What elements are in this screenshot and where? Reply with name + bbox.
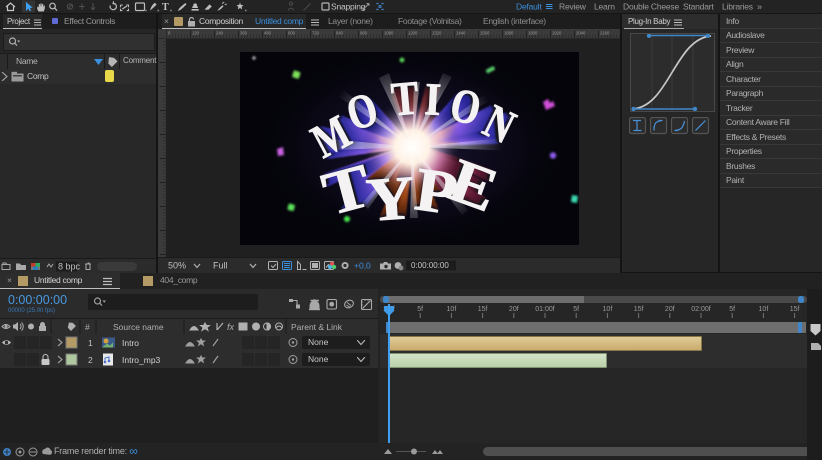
svg-text:10f: 10f [603, 306, 613, 313]
svg-text:1200: 1200 [408, 31, 418, 36]
svg-text:T: T [389, 70, 421, 126]
svg-text:01:00f: 01:00f [535, 306, 555, 313]
svg-text:0:00:00:00: 0:00:00:00 [411, 261, 449, 270]
svg-text:1320: 1320 [432, 31, 442, 36]
svg-text:Parent & Link: Parent & Link [291, 322, 343, 332]
svg-text:10f: 10f [759, 306, 769, 313]
svg-text:1: 1 [88, 338, 93, 348]
svg-text:+0,0: +0,0 [354, 261, 371, 271]
svg-text:1560: 1560 [480, 31, 490, 36]
svg-text:20f: 20f [665, 306, 675, 313]
svg-text:»: » [757, 2, 762, 12]
svg-text:5f: 5f [729, 306, 735, 313]
svg-text:8 bpc: 8 bpc [58, 262, 81, 272]
svg-text:600: 600 [288, 31, 296, 36]
svg-text:Default: Default [516, 2, 542, 12]
svg-text:Intro: Intro [122, 338, 139, 348]
svg-text:1680: 1680 [504, 31, 514, 36]
svg-text:Standart: Standart [683, 2, 714, 12]
svg-text:120: 120 [192, 31, 200, 36]
svg-text:Libraries: Libraries [722, 2, 753, 12]
svg-text:240: 240 [216, 31, 224, 36]
svg-text:5f: 5f [417, 306, 423, 313]
svg-text:Y: Y [364, 163, 417, 234]
svg-text:02:00f: 02:00f [691, 306, 711, 313]
svg-text:2: 2 [88, 355, 93, 365]
svg-text:10f: 10f [447, 306, 457, 313]
svg-text:Source name: Source name [113, 322, 164, 332]
svg-text:1920: 1920 [552, 31, 562, 36]
svg-text:Double Cheese: Double Cheese [623, 2, 679, 12]
svg-text:15f: 15f [790, 306, 800, 313]
svg-text:Full: Full [213, 261, 228, 271]
svg-text:Learn: Learn [594, 2, 615, 12]
svg-text:960: 960 [360, 31, 368, 36]
svg-text:Intro_mp3: Intro_mp3 [122, 355, 161, 365]
svg-text:480: 480 [264, 31, 272, 36]
svg-text:20f: 20f [509, 306, 519, 313]
svg-text:1080: 1080 [384, 31, 394, 36]
svg-text:fx: fx [227, 322, 235, 332]
svg-text:360: 360 [240, 31, 248, 36]
svg-text:15f: 15f [478, 306, 488, 313]
svg-text:720: 720 [312, 31, 320, 36]
svg-text:#: # [85, 322, 90, 332]
svg-text:2040: 2040 [576, 31, 586, 36]
svg-text:840: 840 [336, 31, 344, 36]
svg-text:2160: 2160 [600, 31, 610, 36]
svg-text:Review: Review [559, 2, 587, 12]
svg-text:15f: 15f [634, 306, 644, 313]
svg-text:T: T [162, 2, 169, 13]
svg-text:1800: 1800 [528, 31, 538, 36]
svg-text:Snapping: Snapping [331, 2, 366, 12]
svg-text:5f: 5f [573, 306, 579, 313]
svg-text:1440: 1440 [456, 31, 466, 36]
svg-text:I: I [423, 74, 442, 125]
svg-text:50%: 50% [168, 261, 186, 271]
